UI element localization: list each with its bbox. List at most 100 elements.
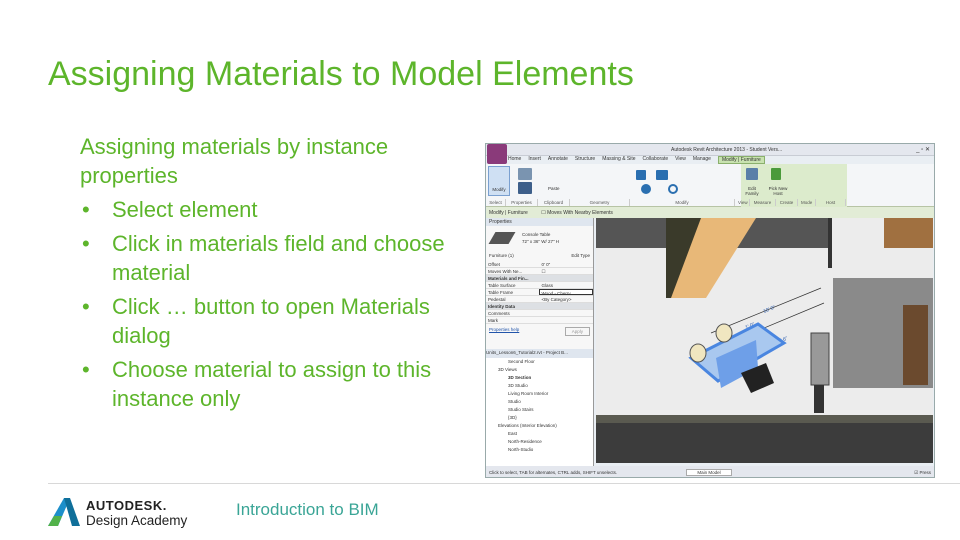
prop-label: Pedestal (488, 297, 506, 302)
bullet-marker: • (82, 197, 90, 222)
tab-massing[interactable]: Massing & Site (602, 156, 635, 164)
tab-structure[interactable]: Structure (575, 156, 595, 164)
tab-home[interactable]: Home (508, 156, 521, 164)
paste-button[interactable]: Paste (548, 186, 560, 191)
properties-palette: Properties Console Table 72" x 36" W/ 27… (486, 218, 594, 392)
edit-family-button[interactable]: Edit Family (742, 186, 762, 196)
align-icon[interactable] (636, 170, 646, 180)
modify-button[interactable]: Modify (488, 166, 510, 196)
apply-button[interactable]: Apply (564, 327, 590, 336)
moves-with-checkbox[interactable]: ☐ Moves With Nearby Elements (541, 210, 613, 216)
prop-value[interactable] (540, 310, 594, 316)
type-selector[interactable]: Console Table 72" x 36" W/ 27" H (486, 226, 593, 252)
rotate-icon[interactable] (668, 184, 678, 194)
chair (689, 343, 707, 363)
material-field[interactable]: Wood - Cherry (538, 289, 593, 295)
type-name: Console Table (522, 232, 551, 237)
app-menu-icon[interactable] (487, 144, 507, 164)
tab-modify-furniture[interactable]: Modify | Furniture (717, 156, 765, 164)
partition (810, 332, 830, 386)
bullet-marker: • (82, 231, 90, 256)
door (903, 305, 928, 385)
bullet-item: • Select element (80, 195, 470, 224)
prop-value[interactable]: <By Category> (540, 296, 594, 302)
brand-subtitle: Design Academy (86, 513, 188, 528)
properties-icon[interactable] (518, 182, 532, 194)
footer-divider (48, 483, 960, 484)
bullet-item: • Choose material to assign to this insta… (80, 355, 470, 413)
browser-item[interactable]: North-Residence (486, 438, 593, 446)
properties-help-link[interactable]: Properties help (489, 327, 519, 336)
3d-viewport[interactable]: 10' 0" 4' 6" 1' 0" (596, 218, 933, 463)
properties-grid: Offset 0' 0" Moves With Ne... ☐ Materials … (486, 261, 593, 324)
autodesk-logo-icon (48, 498, 80, 526)
slide-title: Assigning Materials to Model Elements (48, 55, 634, 93)
browser-item[interactable]: Living Room Interior (486, 390, 593, 398)
browser-item[interactable]: Elevations (Interior Elevation) (486, 422, 593, 430)
wall-top (596, 415, 933, 423)
panel-geometry: Geometry (570, 199, 630, 206)
revit-screenshot: Autodesk Revit Architecture 2013 - Stude… (485, 143, 935, 478)
bullet-text: Choose material to assign to this instan… (112, 357, 432, 411)
bullet-list: • Select element • Click in materials fiel… (80, 195, 470, 413)
browser-item[interactable]: 3D Studio (486, 382, 593, 390)
bullet-marker: • (82, 294, 90, 319)
prop-value[interactable] (540, 317, 594, 323)
prop-value[interactable]: 0' 0" (540, 261, 594, 267)
pick-host-icon[interactable] (771, 168, 781, 180)
panel-host: Host (816, 199, 846, 206)
title-bar: Autodesk Revit Architecture 2013 - Stude… (486, 144, 934, 164)
tab-manage[interactable]: Manage (693, 156, 711, 164)
prop-label: Offset (488, 262, 500, 267)
prop-group[interactable]: Identity Data (486, 303, 593, 309)
tab-insert[interactable]: Insert (528, 156, 541, 164)
modify-label: Modify (492, 187, 506, 192)
bullet-text: Click … button to open Materials dialog (112, 294, 430, 348)
type-properties-icon[interactable] (518, 168, 532, 180)
browser-item[interactable]: North-Studio (486, 446, 593, 454)
instance-filter[interactable]: Furniture (1) (489, 253, 514, 260)
tab-view[interactable]: View (675, 156, 686, 164)
prop-label: Mark (488, 318, 498, 323)
bullet-item: • Click in materials field and choose mat… (80, 229, 470, 287)
pick-new-host-button[interactable]: Pick New Host (766, 186, 790, 196)
browser-item[interactable]: Studio (486, 398, 593, 406)
panel-select: Select (486, 199, 506, 206)
ribbon-tabs: Home Insert Annotate Structure Massing &… (508, 156, 765, 164)
browser-item[interactable]: {3D} (486, 414, 593, 422)
browser-item[interactable]: East (486, 430, 593, 438)
prop-checkbox[interactable]: ☐ (540, 268, 594, 274)
prop-label: Table Frame (488, 290, 514, 295)
browser-item[interactable]: Second Floor (486, 358, 593, 366)
press-drag-toggle[interactable]: ☑ Press (914, 470, 931, 476)
offset-icon[interactable] (656, 170, 668, 180)
bullet-text: Select element (112, 197, 258, 222)
tab-collaborate[interactable]: Collaborate (643, 156, 669, 164)
properties-header: Properties (486, 218, 593, 226)
edit-family-icon[interactable] (746, 168, 758, 180)
prop-group[interactable]: Materials and Fin... (486, 275, 593, 281)
browser-item[interactable]: Studio Stairs (486, 406, 593, 414)
panel-properties: Properties (506, 199, 538, 206)
panel-labels: Select Properties Clipboard Geometry Mod… (486, 199, 846, 206)
window-controls[interactable]: _ ▫ ✕ (916, 146, 930, 153)
type-subname: 72" x 36" W/ 27" H (522, 239, 560, 244)
options-context: Modify | Furniture (489, 210, 528, 216)
move-icon[interactable] (641, 184, 651, 194)
edit-type-button[interactable]: Edit Type (571, 253, 590, 260)
browser-item[interactable]: 3D Section (486, 374, 593, 382)
browser-item[interactable]: 3D Views (486, 366, 593, 374)
chair (715, 323, 733, 343)
project-browser: Units_Lesson6_Tutorial2.rvt - Project B.… (486, 349, 594, 466)
prop-label: Table Surface (488, 283, 516, 288)
browser-header: Units_Lesson6_Tutorial2.rvt - Project B.… (486, 349, 593, 358)
bullet-item: • Click … button to open Materials dialog (80, 292, 470, 350)
workset-selector[interactable]: Main Model (686, 469, 732, 476)
ribbon: Modify Paste Edit Family Pick New Host S… (486, 164, 934, 207)
prop-value[interactable]: Glass (540, 282, 594, 288)
footer-course-title: Introduction to BIM (236, 500, 379, 519)
tab-annotate[interactable]: Annotate (548, 156, 568, 164)
bullet-text: Click in materials field and choose mate… (112, 231, 445, 285)
bullet-marker: • (82, 357, 90, 382)
panel-view: View (735, 199, 750, 206)
